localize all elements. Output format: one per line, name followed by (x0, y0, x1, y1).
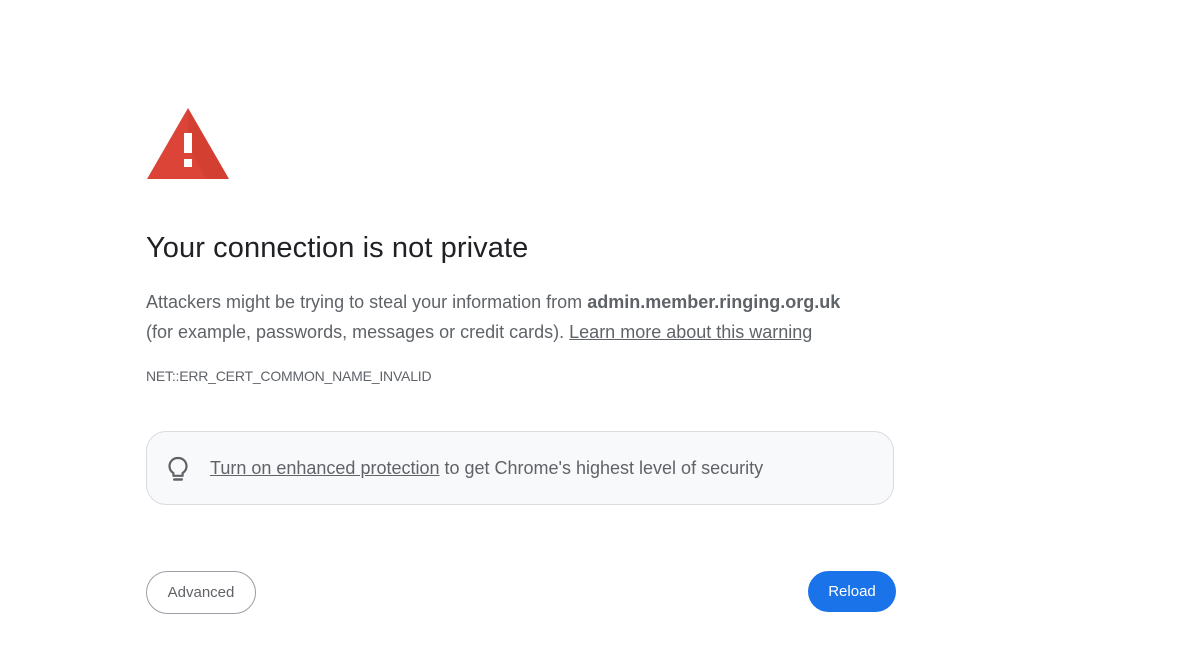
enhanced-protection-text: Turn on enhanced protection to get Chrom… (210, 454, 763, 482)
error-code[interactable]: NET::ERR_CERT_COMMON_NAME_INVALID (146, 368, 432, 384)
host-name: admin.member.ringing.org.uk (587, 292, 841, 312)
learn-more-link[interactable]: Learn more about this warning (569, 322, 812, 342)
advanced-button[interactable]: Advanced (146, 571, 256, 614)
lightbulb-icon (168, 456, 188, 481)
error-page: Your connection is not private Attackers… (0, 0, 1193, 657)
page-title: Your connection is not private (146, 232, 529, 264)
explanation-suffix: (for example, passwords, messages or cre… (146, 322, 570, 342)
enhanced-protection-promo: Turn on enhanced protection to get Chrom… (146, 431, 894, 505)
reload-button[interactable]: Reload (808, 571, 896, 612)
warning-triangle-icon (147, 108, 229, 179)
enhanced-protection-suffix: to get Chrome's highest level of securit… (439, 458, 764, 478)
interstitial-wrapper: Your connection is not private Attackers… (146, 106, 896, 614)
explanation-prefix: Attackers might be trying to steal your … (146, 292, 588, 312)
enhanced-protection-link[interactable]: Turn on enhanced protection (210, 458, 440, 478)
explanation-text: Attackers might be trying to steal your … (146, 287, 906, 347)
